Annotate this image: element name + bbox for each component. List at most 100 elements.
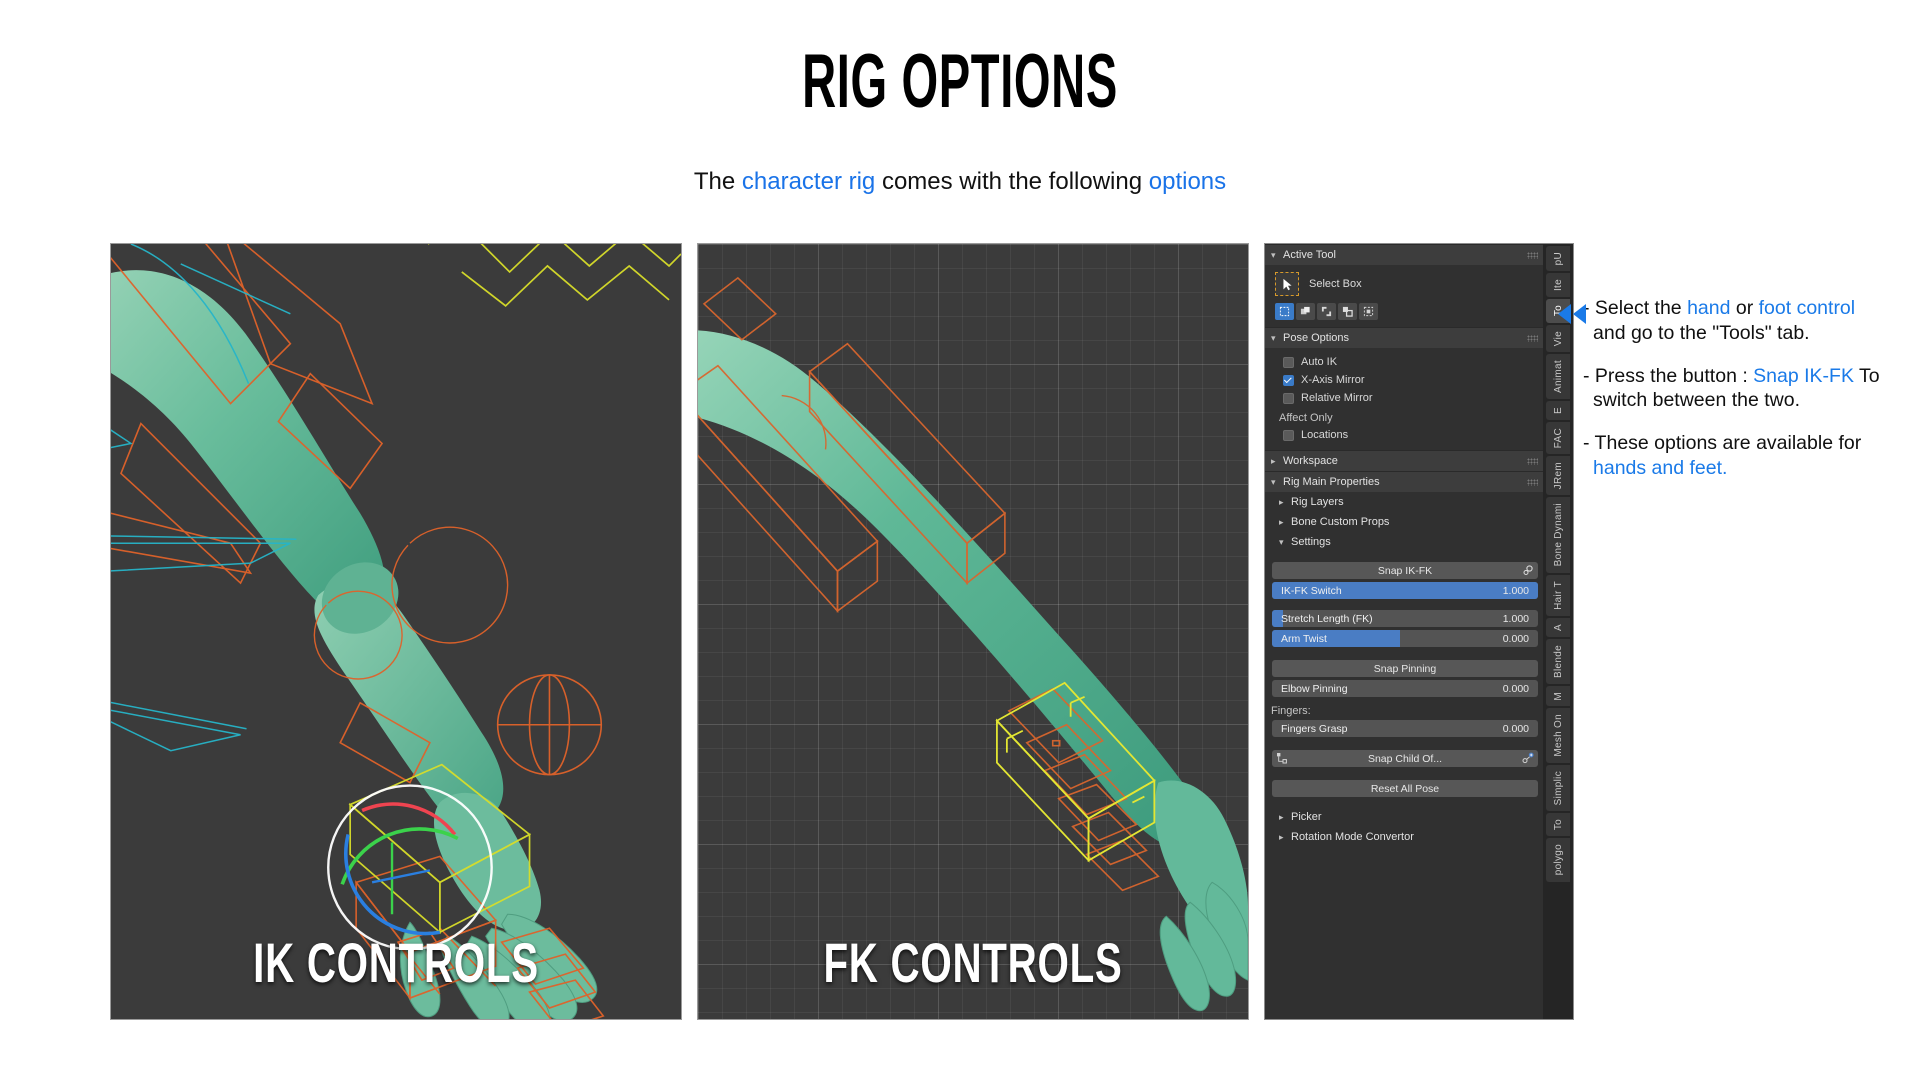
page-subtitle: The character rig comes with the followi… xyxy=(0,168,1920,197)
section-header-workspace[interactable]: ▸ Workspace xyxy=(1265,450,1545,471)
properties-tab-mesh-on[interactable]: Mesh On xyxy=(1546,708,1570,763)
select-mode-set-new[interactable] xyxy=(1275,303,1294,320)
properties-tab-label: To xyxy=(1552,819,1564,831)
blender-panel-body: ▾ Active Tool Select Box ▾ Pose Options … xyxy=(1265,244,1545,1019)
subtitle-text: comes with the following xyxy=(875,168,1149,195)
annotation-text: and go to the "Tools" tab. xyxy=(1593,321,1810,344)
subsection-picker[interactable]: ▸ Picker xyxy=(1265,807,1545,827)
properties-tab-bone-dynami[interactable]: Bone Dynami xyxy=(1546,497,1570,573)
properties-tab-label: Blende xyxy=(1552,644,1564,678)
checkbox-row-auto-ik[interactable]: Auto IK xyxy=(1273,353,1537,371)
properties-tab-label: E xyxy=(1552,406,1564,414)
annotation-highlight: foot control xyxy=(1758,297,1856,319)
select-mode-buttons[interactable] xyxy=(1265,300,1545,327)
chevron-right-icon: ▸ xyxy=(1279,496,1284,507)
gear-icon[interactable] xyxy=(1522,564,1534,576)
reset-all-pose-button[interactable]: Reset All Pose xyxy=(1272,780,1538,797)
drag-grip-icon[interactable] xyxy=(1527,458,1538,465)
section-title-rig-main-properties: Rig Main Properties xyxy=(1283,476,1380,488)
drag-grip-icon[interactable] xyxy=(1527,252,1538,259)
slider-fingers-grasp[interactable]: Fingers Grasp 0.000 xyxy=(1272,720,1538,737)
slider-label-fingers-grasp: Fingers Grasp xyxy=(1281,722,1348,735)
slider-value-elbow-pinning: 0.000 xyxy=(1502,682,1529,695)
select-box-icon xyxy=(1275,272,1299,296)
properties-tab-hair-t[interactable]: Hair T xyxy=(1546,574,1570,616)
checkbox-x-axis-mirror[interactable] xyxy=(1283,374,1294,386)
slider-stretch-length-fk[interactable]: Stretch Length (FK) 1.000 xyxy=(1272,610,1538,627)
drag-grip-icon[interactable] xyxy=(1527,335,1538,342)
affect-only-label: Affect Only xyxy=(1279,412,1333,424)
properties-tab-label: A xyxy=(1552,623,1564,631)
properties-tab-m[interactable]: M xyxy=(1546,685,1570,707)
properties-tab-animat[interactable]: Animat xyxy=(1546,353,1570,399)
active-tool-name: Select Box xyxy=(1309,278,1362,290)
subsection-rig-layers[interactable]: ▸ Rig Layers xyxy=(1265,492,1545,512)
properties-tab-to[interactable]: To xyxy=(1546,813,1570,837)
annotation-bullet-3: - These options are available for hands … xyxy=(1583,431,1883,481)
properties-tab-jrem[interactable]: JRem xyxy=(1546,456,1570,496)
select-extend-icon xyxy=(1300,306,1310,315)
section-header-pose-options[interactable]: ▾ Pose Options xyxy=(1265,327,1545,348)
viewport-caption-ik: IK CONTROLS xyxy=(253,931,539,994)
select-mode-subtract[interactable] xyxy=(1317,303,1336,320)
properties-tab-label: M xyxy=(1552,691,1564,701)
checkbox-row-relative-mirror[interactable]: Relative Mirror xyxy=(1273,389,1537,407)
chevron-down-icon: ▾ xyxy=(1271,332,1276,343)
section-header-rig-main-properties[interactable]: ▾ Rig Main Properties xyxy=(1265,471,1545,492)
properties-tab-pu[interactable]: pU xyxy=(1546,246,1570,272)
section-header-active-tool[interactable]: ▾ Active Tool xyxy=(1265,244,1545,265)
subtitle-highlight: character rig xyxy=(741,168,876,195)
slider-arm-twist[interactable]: Arm Twist 0.000 xyxy=(1272,630,1538,647)
annotation-text: or xyxy=(1730,297,1759,319)
subtitle-text: The xyxy=(693,168,742,195)
subsection-bone-custom-props[interactable]: ▸ Bone Custom Props xyxy=(1265,512,1545,532)
properties-tab-e[interactable]: E xyxy=(1546,400,1570,420)
properties-tab-label: pU xyxy=(1552,252,1564,266)
select-mode-invert[interactable] xyxy=(1338,303,1357,320)
properties-tab-label: Vie xyxy=(1552,330,1564,346)
subsection-settings[interactable]: ▾ Settings xyxy=(1265,532,1545,552)
snap-ik-fk-button[interactable]: Snap IK-FK xyxy=(1272,562,1538,579)
subsection-label-settings: Settings xyxy=(1291,536,1331,548)
properties-tab-blende[interactable]: Blende xyxy=(1546,638,1570,684)
active-tool-row[interactable]: Select Box xyxy=(1265,265,1545,300)
pointer-arrow xyxy=(1555,302,1589,331)
checkbox-row-locations[interactable]: Locations xyxy=(1273,426,1537,444)
properties-tab-ite[interactable]: Ite xyxy=(1546,273,1570,298)
annotation-highlight: hand xyxy=(1687,297,1731,319)
properties-tab-simplic[interactable]: Simplic xyxy=(1546,764,1570,812)
add-constraint-icon[interactable] xyxy=(1522,752,1534,764)
subsection-rotation-mode-convertor[interactable]: ▸ Rotation Mode Convertor xyxy=(1265,827,1545,847)
subsection-label-bone-custom-props: Bone Custom Props xyxy=(1291,516,1390,528)
viewport-ik-3d-content xyxy=(111,244,681,1019)
drag-grip-icon[interactable] xyxy=(1527,479,1538,486)
slider-elbow-pinning[interactable]: Elbow Pinning 0.000 xyxy=(1272,680,1538,697)
checkbox-locations[interactable] xyxy=(1283,429,1294,441)
properties-tab-a[interactable]: A xyxy=(1546,617,1570,637)
annotation-highlight: Snap IK-FK xyxy=(1753,364,1854,387)
slider-label-stretch-length-fk: Stretch Length (FK) xyxy=(1281,612,1373,625)
select-mode-intersect[interactable] xyxy=(1359,303,1378,320)
snap-pinning-button[interactable]: Snap Pinning xyxy=(1272,660,1538,677)
annotation-bullet-1: - Select the hand or foot control and go… xyxy=(1583,296,1883,346)
slider-ik-fk-switch[interactable]: IK-FK Switch 1.000 xyxy=(1272,582,1538,599)
snap-pinning-label: Snap Pinning xyxy=(1373,662,1437,675)
checkbox-row-x-axis-mirror[interactable]: X-Axis Mirror xyxy=(1273,371,1537,389)
chevron-down-icon: ▾ xyxy=(1271,476,1276,487)
select-mode-extend[interactable] xyxy=(1296,303,1315,320)
checkbox-label-auto-ik: Auto IK xyxy=(1301,356,1338,368)
section-title-workspace: Workspace xyxy=(1283,455,1338,467)
viewport-ik-controls: IK CONTROLS xyxy=(110,243,682,1020)
section-title-active-tool: Active Tool xyxy=(1283,249,1336,261)
reset-all-pose-label: Reset All Pose xyxy=(1370,782,1440,795)
properties-tab-rail[interactable]: pU Ite To Vie Animat E FAC JRem Bone Dynami Hair … xyxy=(1543,244,1573,1019)
checkbox-relative-mirror[interactable] xyxy=(1283,392,1294,404)
parent-child-icon xyxy=(1277,753,1287,764)
properties-tab-polygo[interactable]: polygo xyxy=(1546,838,1570,882)
properties-tab-label: polygo xyxy=(1552,844,1564,876)
chevron-down-icon: ▾ xyxy=(1279,536,1284,547)
properties-tab-fac[interactable]: FAC xyxy=(1546,421,1570,455)
snap-child-of-button[interactable]: Snap Child Of... xyxy=(1272,750,1538,767)
checkbox-auto-ik[interactable] xyxy=(1283,356,1294,368)
